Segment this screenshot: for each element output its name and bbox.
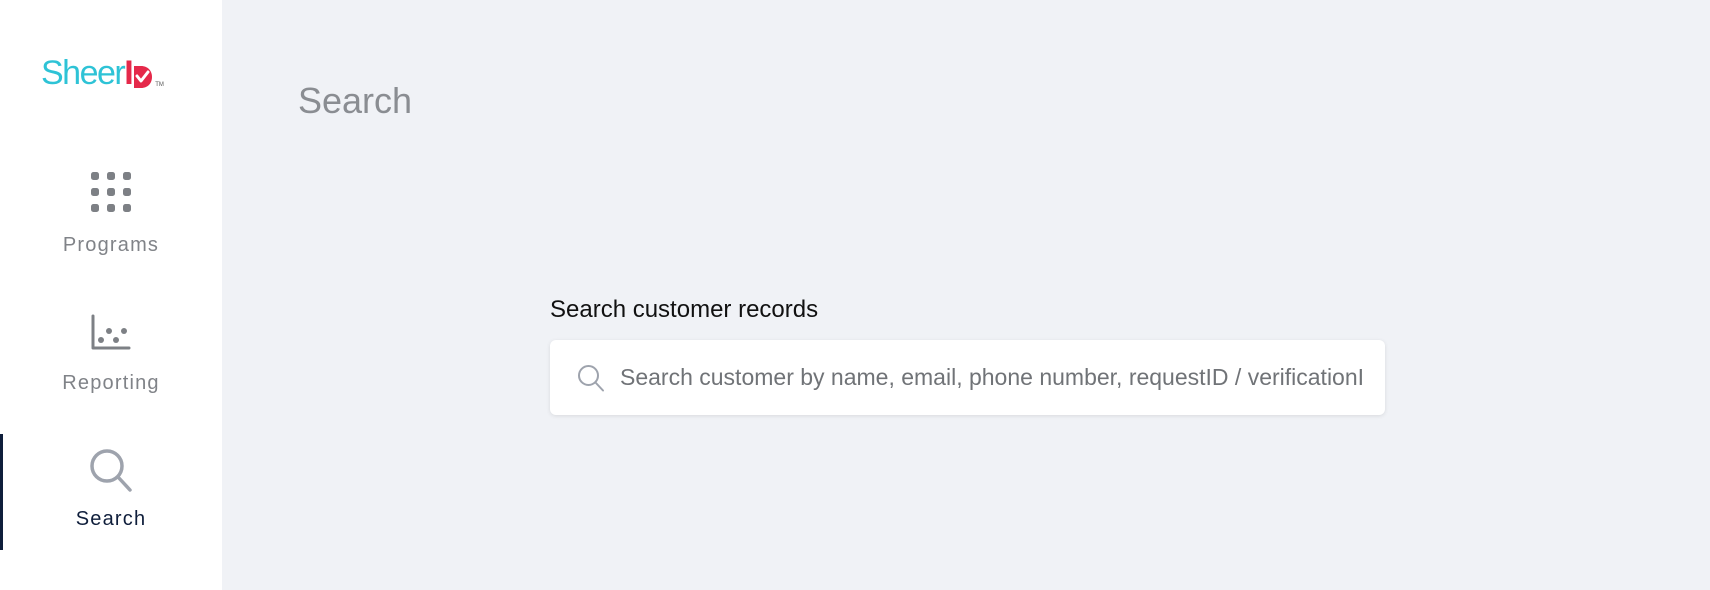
sidebar-item-label: Programs	[62, 234, 160, 256]
grid-icon	[89, 170, 133, 214]
sidebar-item-label: Search	[75, 508, 147, 530]
scatter-chart-icon	[89, 314, 133, 354]
sidebar-item-label: Reporting	[62, 372, 160, 394]
search-section: Search customer records	[550, 296, 1385, 415]
main-content: Search Search customer records	[222, 0, 1710, 590]
app-root: Sheer I TM Programs Reporting Search Sea…	[0, 0, 1710, 590]
logo-trademark: TM	[155, 82, 164, 88]
search-label: Search customer records	[550, 296, 819, 323]
search-icon	[87, 446, 135, 494]
page-title: Search	[298, 80, 413, 121]
sheerid-logo[interactable]: Sheer I TM	[41, 56, 164, 90]
search-input[interactable]	[620, 364, 1365, 391]
sidebar-item-programs[interactable]: Programs	[0, 170, 222, 257]
logo-id-mark: I	[124, 56, 154, 90]
sidebar-item-search[interactable]: Search	[0, 446, 222, 531]
logo-sheer-text: Sheer	[41, 54, 126, 92]
search-box[interactable]	[550, 340, 1385, 415]
sidebar: Sheer I TM Programs Reporting Search	[0, 0, 222, 590]
sidebar-item-reporting[interactable]: Reporting	[0, 314, 222, 395]
search-icon	[576, 363, 606, 393]
